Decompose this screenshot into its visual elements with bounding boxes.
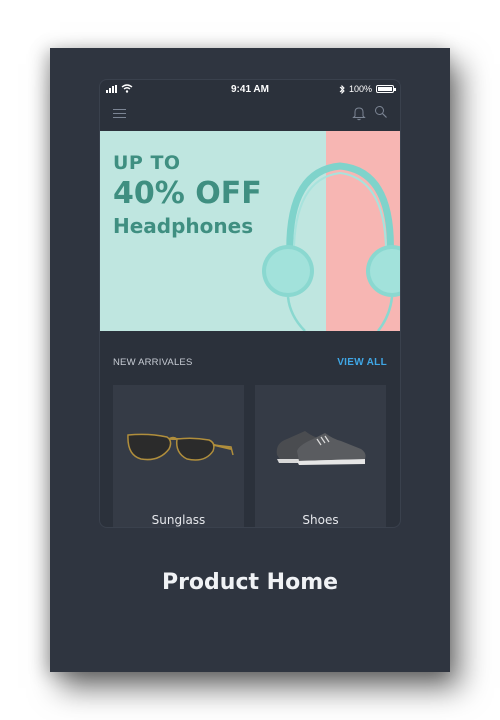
headphones-image [262,162,400,331]
search-icon[interactable] [374,105,388,119]
product-name: Sunglass [151,513,206,527]
menu-icon[interactable] [113,109,126,119]
banner-line-2: 40% OFF [113,176,262,211]
section-title: NEW ARRIVALES [113,357,193,368]
phone-screen: 9:41 AM 100% UP TO 40% OFF Headphones NE… [99,79,401,528]
bluetooth-icon [339,84,345,94]
banner-text: UP TO 40% OFF Headphones [113,151,262,239]
banner-line-1: UP TO [113,152,181,174]
product-card-shoes[interactable]: Shoes [255,385,386,527]
product-card-sunglass[interactable]: Sunglass [113,385,244,527]
product-name: Shoes [302,513,339,527]
promo-banner[interactable]: UP TO 40% OFF Headphones [100,131,400,331]
screen-caption: Product Home [161,570,339,595]
banner-line-3: Headphones [113,214,254,238]
battery-percent: 100% [348,84,372,94]
status-right: 100% [339,84,396,94]
shoes-image [276,431,366,465]
sunglasses-image [127,433,234,461]
top-navbar [100,100,400,130]
status-bar: 9:41 AM 100% [100,80,400,100]
view-all-link[interactable]: VIEW ALL [337,357,387,368]
battery-icon [376,85,396,93]
bell-icon[interactable] [352,105,366,121]
section-header: NEW ARRIVALES VIEW ALL [113,357,387,371]
